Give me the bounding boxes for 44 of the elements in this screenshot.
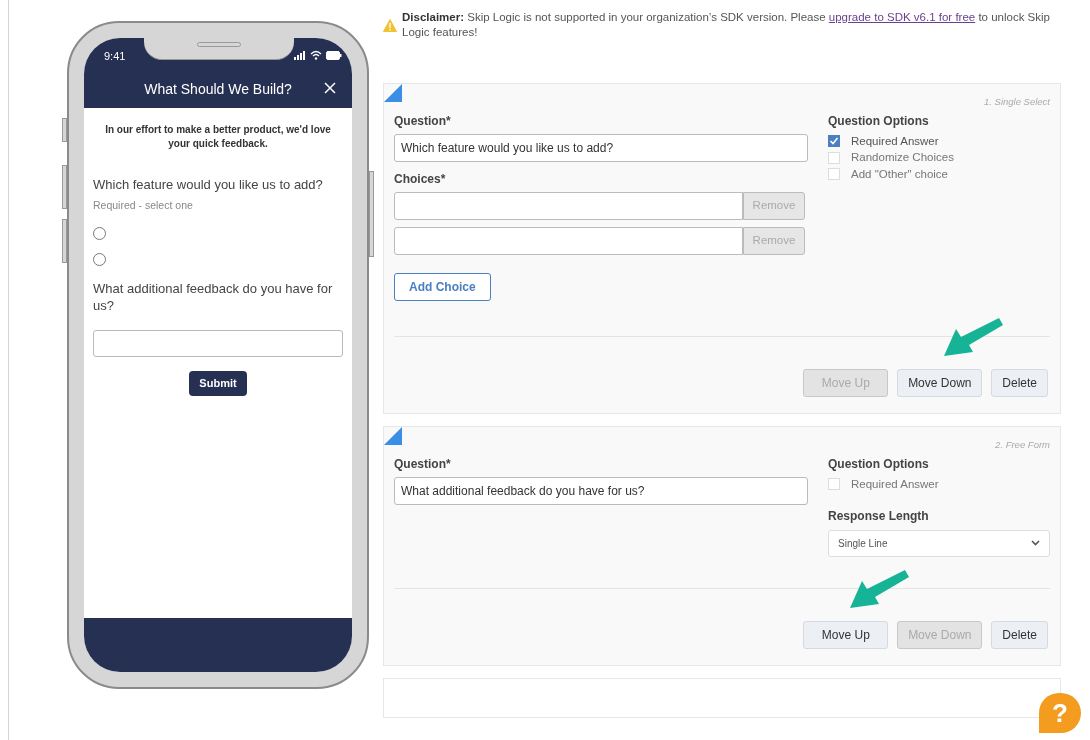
section-title: Response Length (828, 507, 930, 525)
radio-button[interactable] (93, 252, 106, 266)
choice-field[interactable] (394, 192, 743, 220)
hint-text: Required - select one (93, 198, 194, 213)
status-time: 9:41 (104, 49, 126, 64)
submit-button[interactable]: Submit (189, 370, 247, 396)
select-value: Single Line (838, 536, 888, 551)
question-type-label: 2. Free Form (994, 438, 1050, 451)
answer-field[interactable] (93, 329, 343, 357)
question-text: Which feature would you like us to add? (93, 176, 324, 193)
checkbox[interactable] (828, 135, 840, 148)
radio-button[interactable] (93, 226, 106, 240)
option-label: Required Answer (851, 133, 939, 149)
action-button[interactable]: Delete (991, 369, 1048, 397)
question-field[interactable]: Which feature would you like us to add? (394, 134, 808, 162)
question-field[interactable]: What additional feedback do you have for us? (394, 477, 808, 505)
field-label: Question* (394, 113, 452, 130)
option-label: Randomize Choices (851, 150, 954, 166)
section-title: Question Options (828, 456, 930, 473)
wifi-icon (310, 50, 322, 60)
corner-marker-icon (384, 84, 402, 102)
field-label: Choices* (394, 171, 447, 188)
action-button[interactable]: Move Down (897, 369, 983, 397)
response-length-select[interactable]: Single Line (828, 529, 1050, 557)
battery-icon (326, 51, 342, 60)
survey-title: What Should We Build? (143, 80, 293, 99)
action-button[interactable]: Delete (991, 621, 1048, 649)
question-text: What additional feedback do you have for us? (93, 279, 334, 314)
option-label: Add "Other" choice (851, 166, 949, 182)
close-icon[interactable] (324, 82, 336, 94)
chevron-down-icon (1031, 540, 1040, 546)
choice-field[interactable] (394, 227, 743, 255)
option-label: Required Answer (851, 476, 939, 492)
upgrade-link[interactable]: upgrade to SDK v6.1 for free (828, 11, 976, 23)
signal-icon (294, 51, 306, 60)
intro-text: In our effort to make a better product, we'd love your quick feedback. (104, 123, 332, 151)
section-title: Question Options (828, 113, 930, 130)
disclaimer-text: Disclaimer: Skip Logic is not supported in your organization’s SDK version. Please upgrade to SDK v6.1 for free to unlock Skip Logic features! (402, 10, 1051, 40)
field-label: Question* (394, 456, 452, 473)
action-button[interactable]: Move Up (803, 621, 889, 649)
corner-marker-icon (384, 427, 402, 445)
warning-icon (383, 19, 397, 32)
add-choice-button[interactable]: Add Choice (394, 273, 491, 301)
question-type-label: 1. Single Select (983, 95, 1050, 108)
